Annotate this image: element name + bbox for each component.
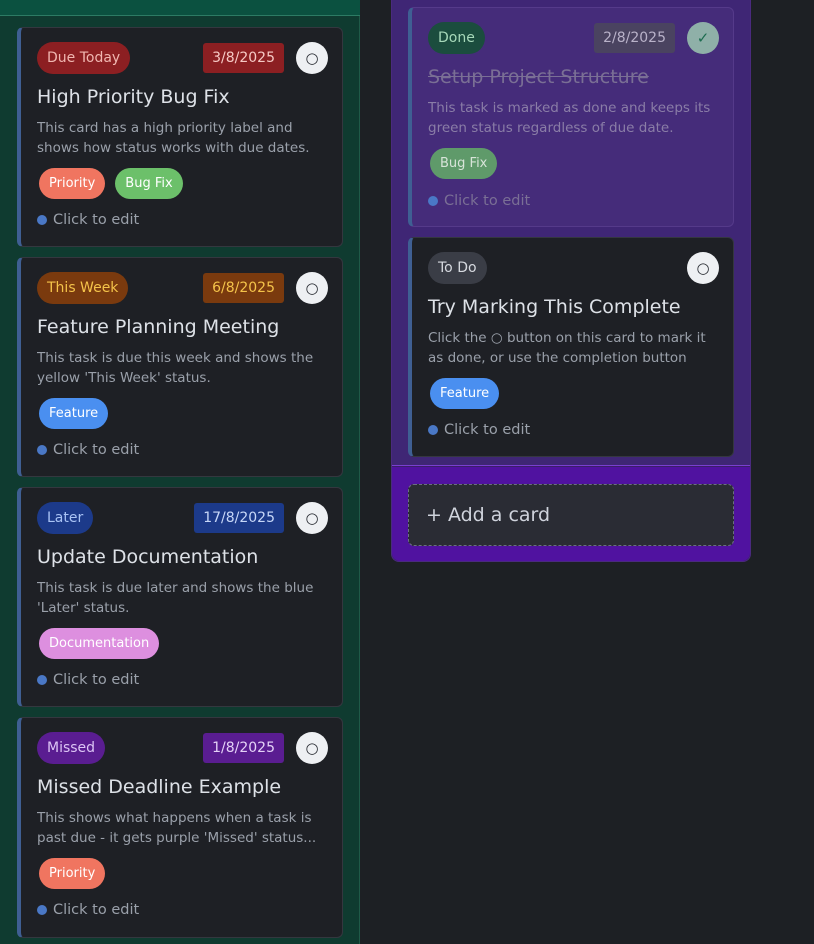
status-badge-this-week: This Week — [37, 272, 129, 304]
column-left: Due Today 3/8/2025 ○ High Priority Bug F… — [0, 0, 360, 944]
edit-label: Click to edit — [53, 902, 140, 918]
edit-label: Click to edit — [444, 422, 531, 438]
status-badge-todo: To Do — [428, 252, 487, 284]
edit-label: Click to edit — [53, 442, 140, 458]
tag-list: Bug Fix — [430, 148, 498, 179]
tag-list: Feature — [430, 378, 500, 409]
card-feature-planning-meeting[interactable]: This Week 6/8/2025 ○ Feature Planning Me… — [17, 257, 343, 477]
tag-feature[interactable]: Feature — [39, 398, 109, 429]
due-date: 6/8/2025 — [203, 273, 284, 303]
tag-priority[interactable]: Priority — [39, 858, 106, 889]
click-to-edit-link[interactable]: Click to edit — [428, 193, 530, 209]
edit-dot-icon — [37, 675, 47, 685]
tag-feature[interactable]: Feature — [430, 378, 500, 409]
card-description: This shows what happens when a task is p… — [37, 810, 317, 846]
tag-bug-fix[interactable]: Bug Fix — [430, 148, 498, 179]
complete-toggle-button[interactable]: ○ — [687, 252, 719, 284]
tag-list: Documentation — [39, 628, 160, 659]
edit-dot-icon — [428, 425, 438, 435]
card-description: Click the ○ button on this card to mark … — [428, 330, 706, 366]
card-try-marking-this-complete[interactable]: To Do ○ Try Marking This Complete Click … — [408, 237, 734, 457]
tag-bug-fix[interactable]: Bug Fix — [115, 168, 183, 199]
card-title: Setup Project Structure — [428, 66, 649, 88]
card-title: Update Documentation — [37, 546, 259, 568]
card-description: This card has a high priority label and … — [37, 120, 310, 156]
status-badge-later: Later — [37, 502, 94, 534]
tag-priority[interactable]: Priority — [39, 168, 106, 199]
complete-toggle-button[interactable]: ✓ — [687, 22, 719, 54]
complete-toggle-button[interactable]: ○ — [296, 732, 328, 764]
card-title: Try Marking This Complete — [428, 296, 681, 318]
click-to-edit-link[interactable]: Click to edit — [37, 672, 139, 688]
edit-dot-icon — [428, 196, 438, 206]
tag-list: Priority — [39, 858, 106, 889]
status-badge-done: Done — [428, 22, 485, 54]
tag-list: Feature — [39, 398, 109, 429]
complete-toggle-button[interactable]: ○ — [296, 502, 328, 534]
click-to-edit-link[interactable]: Click to edit — [37, 902, 139, 918]
edit-dot-icon — [37, 905, 47, 915]
tag-documentation[interactable]: Documentation — [39, 628, 160, 659]
column-right-card-list: Done 2/8/2025 ✓ Setup Project Structure … — [392, 0, 750, 466]
card-description: This task is marked as done and keeps it… — [428, 100, 711, 136]
due-date: 3/8/2025 — [203, 43, 284, 73]
tag-list: Priority Bug Fix — [39, 168, 183, 199]
card-setup-project-structure[interactable]: Done 2/8/2025 ✓ Setup Project Structure … — [408, 7, 734, 227]
edit-label: Click to edit — [53, 212, 140, 228]
edit-label: Click to edit — [53, 672, 140, 688]
edit-dot-icon — [37, 445, 47, 455]
complete-toggle-button[interactable]: ○ — [296, 42, 328, 74]
column-right: Done 2/8/2025 ✓ Setup Project Structure … — [391, 0, 751, 562]
due-date: 1/8/2025 — [203, 733, 284, 763]
click-to-edit-link[interactable]: Click to edit — [37, 442, 139, 458]
edit-dot-icon — [37, 215, 47, 225]
card-title: High Priority Bug Fix — [37, 86, 230, 108]
card-title: Feature Planning Meeting — [37, 316, 280, 338]
click-to-edit-link[interactable]: Click to edit — [428, 422, 530, 438]
card-description: This task is due later and shows the blu… — [37, 580, 314, 616]
column-left-header-bar — [0, 0, 360, 16]
card-update-documentation[interactable]: Later 17/8/2025 ○ Update Documentation T… — [17, 487, 343, 707]
status-badge-due-today: Due Today — [37, 42, 131, 74]
add-card-button[interactable]: + Add a card — [408, 484, 734, 546]
card-title: Missed Deadline Example — [37, 776, 282, 798]
complete-toggle-button[interactable]: ○ — [296, 272, 328, 304]
due-date: 2/8/2025 — [594, 23, 675, 53]
due-date: 17/8/2025 — [194, 503, 284, 533]
status-badge-missed: Missed — [37, 732, 106, 764]
click-to-edit-link[interactable]: Click to edit — [37, 212, 139, 228]
card-missed-deadline-example[interactable]: Missed 1/8/2025 ○ Missed Deadline Exampl… — [17, 717, 343, 938]
edit-label: Click to edit — [444, 193, 531, 209]
card-high-priority-bug-fix[interactable]: Due Today 3/8/2025 ○ High Priority Bug F… — [17, 27, 343, 247]
card-description: This task is due this week and shows the… — [37, 350, 314, 386]
